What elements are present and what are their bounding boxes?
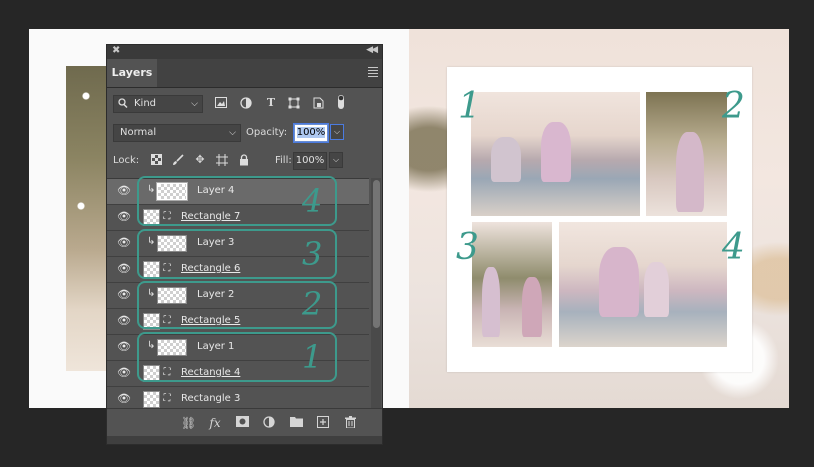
panel-resize-grip[interactable] — [107, 436, 382, 444]
panel-footer: ⛓ fx — [107, 408, 382, 437]
lock-transparent-icon[interactable] — [150, 154, 162, 166]
mask-icon[interactable] — [235, 416, 249, 430]
close-icon[interactable]: ✖ — [112, 45, 120, 56]
adjustment-icon[interactable] — [262, 416, 276, 430]
collage-photo-2 — [646, 92, 727, 216]
visibility-eye-icon[interactable]: 👁 — [117, 211, 131, 223]
vector-mask-icon: ⛶ — [163, 393, 171, 404]
collage-number-3: 3 — [456, 227, 479, 268]
new-layer-icon[interactable] — [316, 416, 330, 430]
fill-input[interactable]: 100% — [293, 152, 327, 170]
fill-label: Fill: — [275, 155, 292, 166]
link-icon[interactable]: ⛓ — [181, 416, 196, 430]
visibility-eye-icon[interactable]: 👁 — [117, 185, 131, 197]
lock-label: Lock: — [113, 155, 140, 166]
filter-kind-select[interactable]: Kind ⌵ — [113, 95, 203, 113]
visibility-eye-icon[interactable]: 👁 — [117, 315, 131, 327]
opacity-input[interactable]: 100% — [293, 123, 329, 143]
collage-number-4: 4 — [722, 227, 745, 268]
image-filter-icon[interactable] — [215, 97, 227, 109]
lock-all-icon[interactable] — [238, 154, 250, 166]
lock-image-icon[interactable] — [172, 154, 184, 166]
fill-dropdown-button[interactable]: ⌵ — [329, 152, 343, 168]
folder-icon[interactable] — [289, 416, 303, 430]
layers-scrollbar[interactable] — [371, 178, 381, 408]
visibility-eye-icon[interactable]: 👁 — [117, 289, 131, 301]
group-number-2: 2 — [302, 285, 323, 323]
opacity-label: Opacity: — [246, 127, 288, 138]
collage-photo-3 — [472, 222, 552, 347]
collapse-icon[interactable]: ◀◀ — [366, 45, 378, 55]
panel-tabbar: Layers — [107, 59, 382, 88]
opacity-value: 100% — [296, 127, 326, 138]
lock-artboard-icon[interactable] — [216, 154, 228, 166]
visibility-eye-icon[interactable]: 👁 — [117, 341, 131, 353]
visibility-eye-icon[interactable]: 👁 — [117, 263, 131, 275]
panel-menu-icon[interactable] — [368, 67, 378, 79]
collage-photo-1 — [471, 92, 640, 216]
layer-row-rectangle-3[interactable]: 👁 ⛶ Rectangle 3 — [107, 387, 369, 409]
filter-kind-label: Kind — [134, 98, 157, 109]
tab-layers[interactable]: Layers — [107, 59, 157, 87]
filter-row: Kind ⌵ T — [113, 95, 378, 115]
collage-number-2: 2 — [722, 86, 745, 127]
type-filter-icon[interactable]: T — [265, 97, 277, 109]
visibility-eye-icon[interactable]: 👁 — [117, 367, 131, 379]
group-number-1: 1 — [302, 338, 323, 376]
trash-icon[interactable] — [343, 416, 357, 430]
toggle-filter-icon[interactable] — [335, 94, 347, 109]
chevron-down-icon: ⌵ — [191, 99, 198, 109]
search-icon — [118, 97, 128, 115]
layer-name[interactable]: Rectangle 3 — [181, 393, 240, 404]
smartobject-filter-icon[interactable] — [312, 97, 324, 109]
visibility-eye-icon[interactable]: 👁 — [117, 393, 131, 405]
collage-number-1: 1 — [458, 86, 481, 127]
adjustment-filter-icon[interactable] — [240, 97, 252, 109]
chevron-down-icon: ⌵ — [229, 128, 236, 138]
opacity-dropdown-button[interactable]: ⌵ — [330, 124, 344, 140]
collage-photo-4 — [559, 222, 727, 347]
lock-position-icon[interactable]: ✥ — [194, 154, 206, 166]
visibility-eye-icon[interactable]: 👁 — [117, 237, 131, 249]
scrollbar-thumb[interactable] — [373, 180, 380, 328]
blend-mode-select[interactable]: Normal ⌵ — [113, 124, 241, 142]
layer-thumbnail[interactable] — [143, 391, 160, 408]
group-number-4: 4 — [302, 182, 323, 220]
shape-filter-icon[interactable] — [288, 97, 300, 109]
group-number-3: 3 — [302, 235, 323, 273]
panel-titlebar[interactable]: ✖ ◀◀ — [107, 45, 382, 59]
blend-mode-value: Normal — [120, 127, 157, 138]
blend-row: Normal ⌵ Opacity: 100% ⌵ — [113, 123, 378, 144]
lock-row: Lock: ✥ Fill: 100% ⌵ — [113, 152, 378, 172]
fx-icon[interactable]: fx — [208, 416, 222, 430]
